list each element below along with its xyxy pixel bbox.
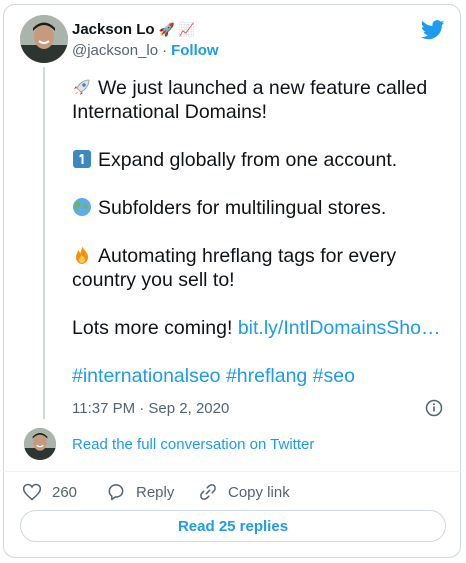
conversation-avatar[interactable] [24,428,56,460]
heart-icon [22,483,42,501]
fire-icon [76,246,88,264]
divider [3,471,461,472]
copy-link-label: Copy link [228,483,290,501]
author-handle[interactable]: @jackson_lo [72,42,158,59]
like-button[interactable]: 260 [22,482,106,502]
like-count: 260 [52,483,78,501]
separator-dot: · [162,42,168,59]
twitter-bird-icon[interactable] [421,20,445,40]
keycap-1-icon [73,150,91,168]
paragraph-line: country you sell to! [72,269,235,291]
paragraph-line: Subfolders for multilingual stores. [98,197,387,219]
handle-row: @jackson_lo · Follow [72,42,219,59]
paragraph-launch: We just launched a new feature called In… [72,76,444,124]
read-full-conversation-link[interactable]: Read the full conversation on Twitter [72,436,314,453]
rocket-icon [74,79,90,95]
paragraph-subfolders: Subfolders for multilingual stores. [72,196,444,220]
reply-button[interactable]: Reply [106,482,198,502]
lots-more-text: Lots more coming! [72,317,233,339]
follow-button[interactable]: Follow [171,42,219,59]
reply-icon [108,484,124,501]
shortened-link[interactable]: bit.ly/IntlDomainsSho… [238,317,441,339]
paragraph-lots-more: Lots more coming! bit.ly/IntlDomainsSho… [72,316,444,340]
paragraph-hreflang: Automating hreflang tags for every count… [72,244,444,292]
author-avatar[interactable] [20,15,68,63]
paragraph-line: We just launched a new feature called [98,77,428,99]
tweet-timestamp[interactable]: 11:37 PM · Sep 2, 2020 [72,400,229,417]
hashtags: #internationalseo #hreflang #seo [72,364,444,388]
paragraph-line: Expand globally from one account. [98,149,398,171]
rocket-icon: 🚀 [158,22,175,37]
info-icon[interactable] [425,399,443,417]
copy-link-button[interactable]: Copy link [198,482,290,502]
read-replies-button[interactable]: Read 25 replies [20,510,446,542]
paragraph-line: Automating hreflang tags for every [98,245,397,267]
reply-label: Reply [136,483,175,501]
paragraph-expand: Expand globally from one account. [72,148,444,172]
paragraph-line: International Domains! [72,101,268,123]
globe-icon [73,198,91,216]
hashtags-text[interactable]: #internationalseo #hreflang #seo [72,365,355,387]
author-name-row[interactable]: Jackson Lo 🚀 📈 [72,21,195,38]
chart-increasing-icon: 📈 [178,22,195,37]
link-icon [200,484,216,500]
tweet-body: We just launched a new feature called In… [72,76,444,412]
thread-line [43,67,45,419]
display-name[interactable]: Jackson Lo [72,21,155,38]
action-bar: 260 Reply Copy link [22,482,290,502]
